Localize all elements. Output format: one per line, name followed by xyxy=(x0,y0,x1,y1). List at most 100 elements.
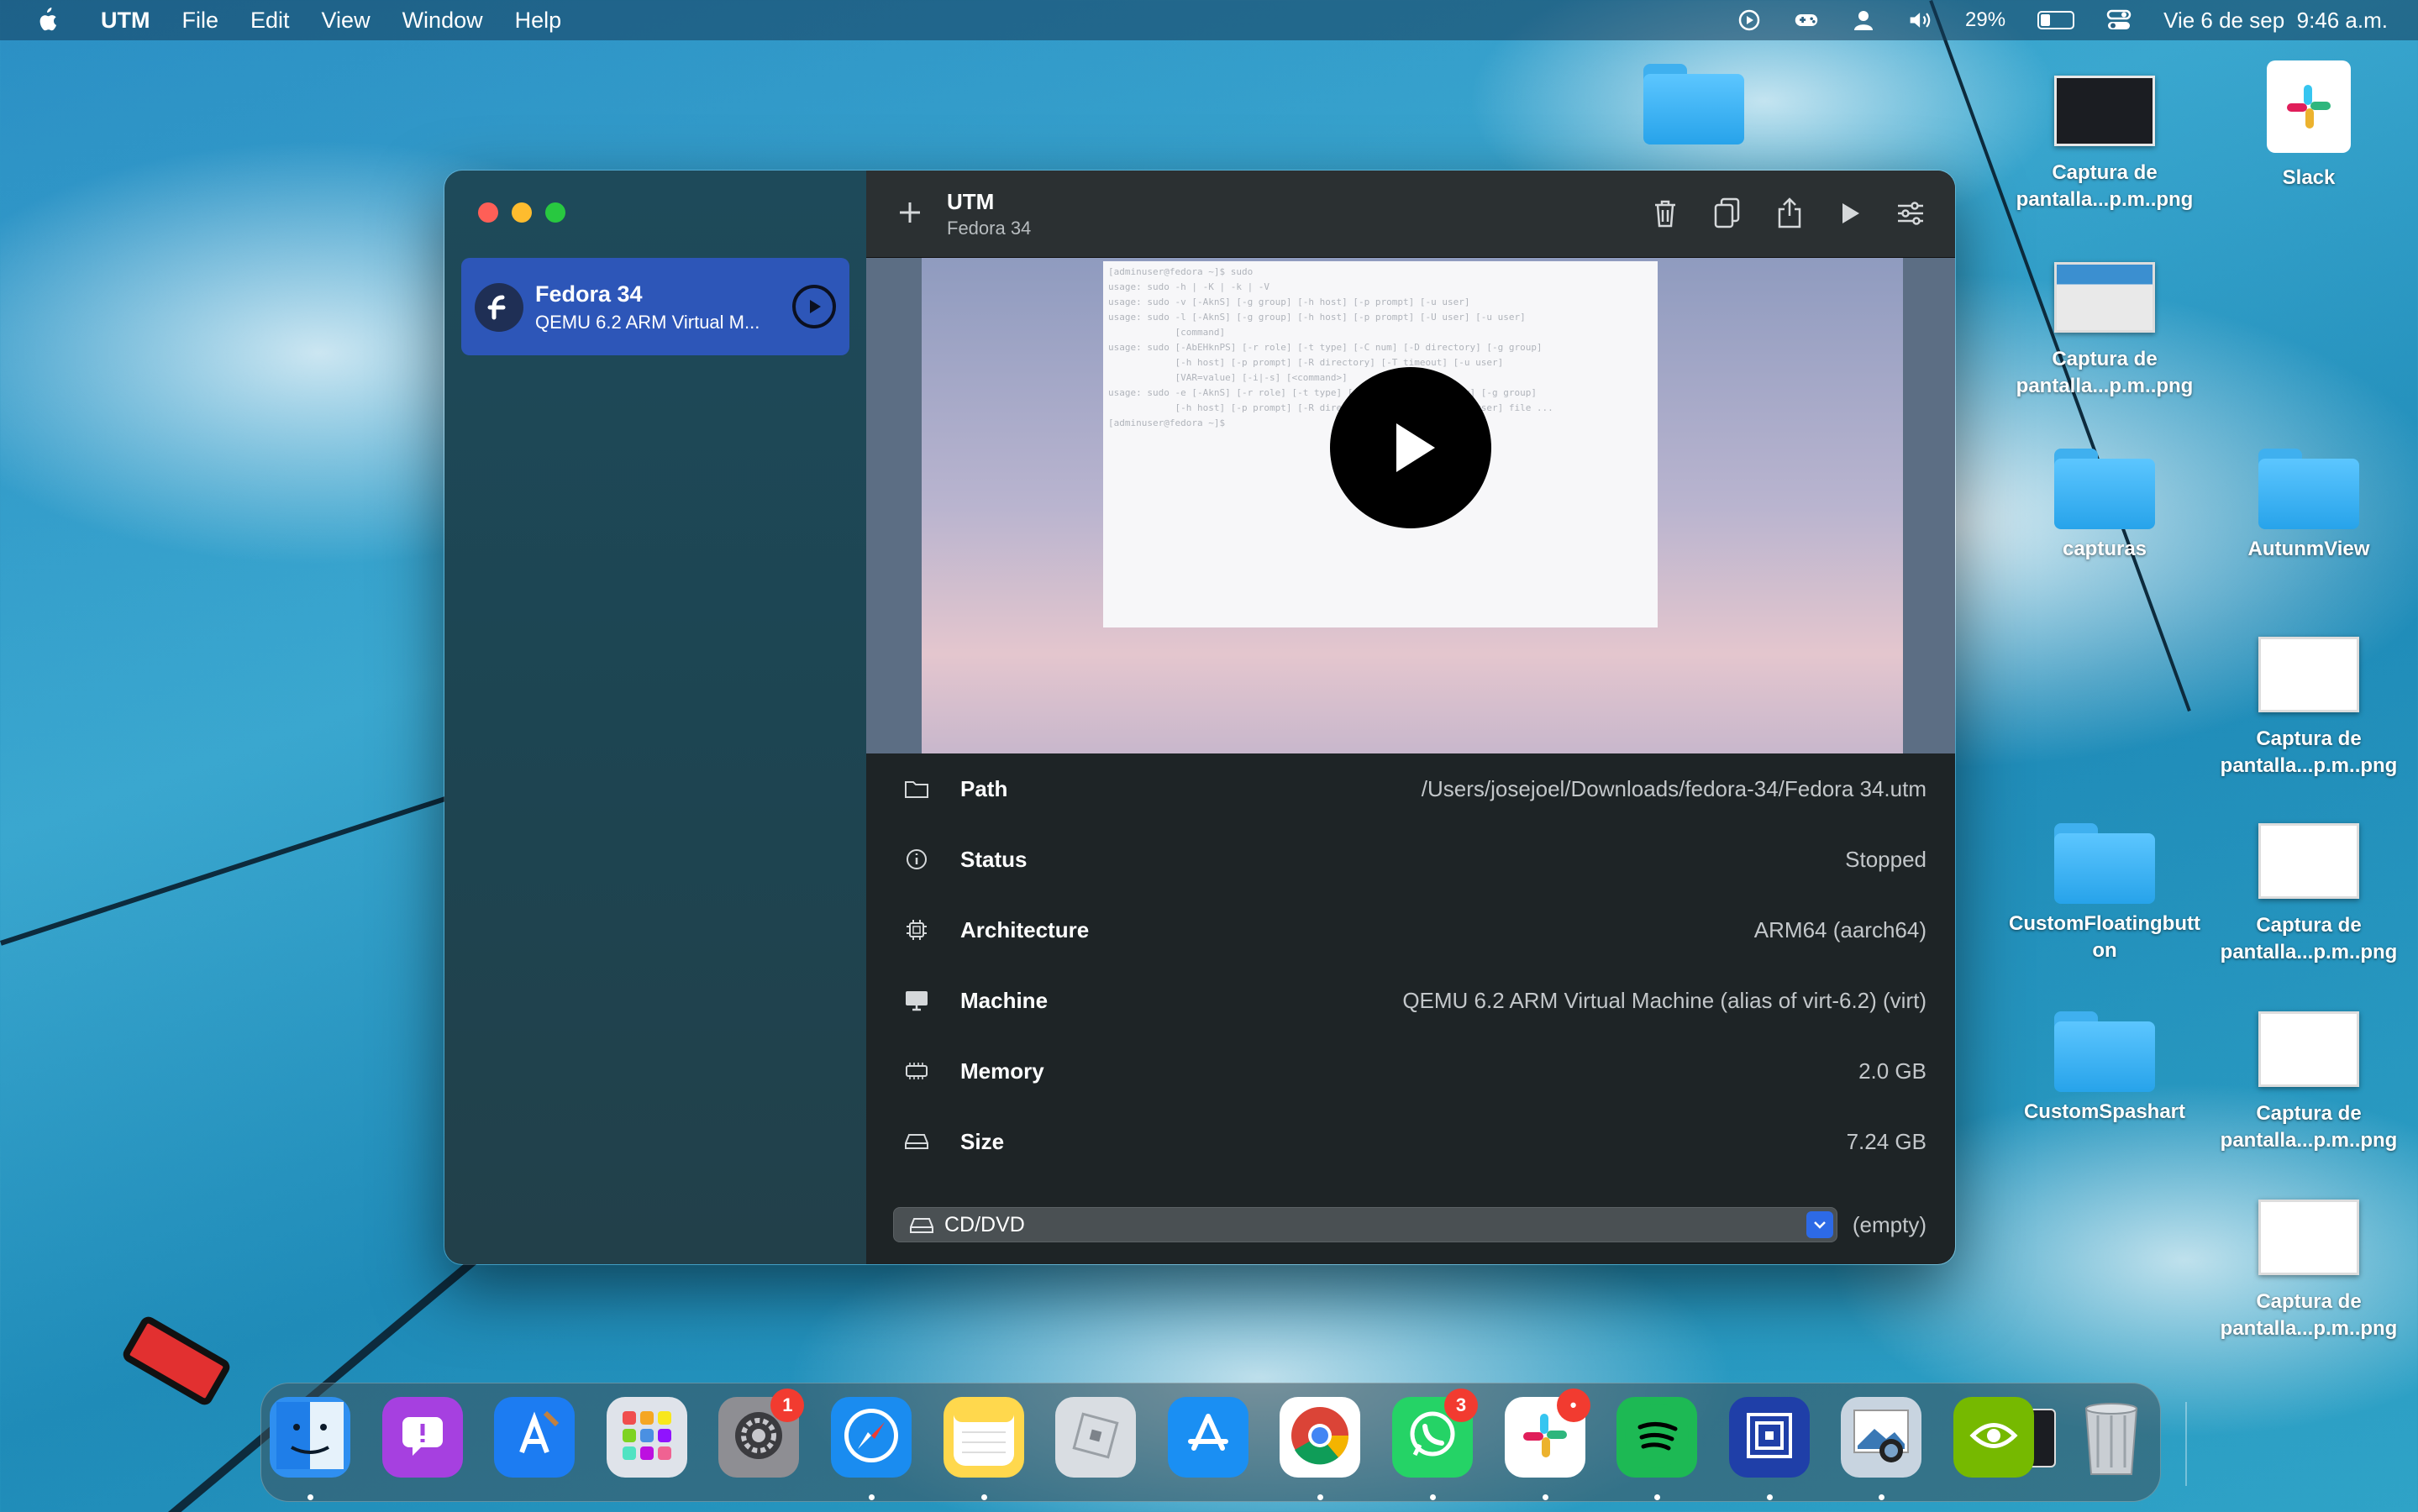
dock-app-feedback[interactable] xyxy=(381,1397,463,1478)
desktop-file[interactable]: Captura de pantalla...p.m..png xyxy=(2208,823,2410,966)
toolbar: UTM Fedora 34 xyxy=(866,171,1955,258)
wallpaper-lamp xyxy=(120,1314,233,1408)
minimize-window-button[interactable] xyxy=(512,202,532,223)
dock-app-nvidia[interactable] xyxy=(1953,1397,2034,1478)
clock[interactable]: Vie 6 de sep 9:46 a.m. xyxy=(2163,8,2388,34)
cpu-icon xyxy=(903,916,930,943)
dock-app-finder[interactable] xyxy=(270,1397,350,1478)
running-indicator xyxy=(1317,1494,1324,1500)
chevron-down-icon[interactable] xyxy=(1806,1211,1833,1238)
vm-list-item-fedora[interactable]: Fedora 34 QEMU 6.2 ARM Virtual M... xyxy=(461,258,849,355)
folder-icon xyxy=(2258,449,2359,529)
cd-dvd-select[interactable]: CD/DVD xyxy=(893,1207,1837,1242)
desktop-folder[interactable]: AutunmView xyxy=(2208,449,2410,563)
battery-icon[interactable] xyxy=(2037,11,2075,29)
fedora-logo-icon xyxy=(475,283,523,332)
window-title: UTM xyxy=(947,189,995,214)
desktop-folder[interactable] xyxy=(1593,64,1795,151)
desktop-file[interactable]: Captura de pantalla...p.m..png xyxy=(2208,637,2410,780)
menu-app-name[interactable]: UTM xyxy=(101,8,150,34)
menu-view[interactable]: View xyxy=(322,8,371,34)
dock-app-focus[interactable] xyxy=(1728,1397,1810,1478)
dock-app-launchpad[interactable] xyxy=(606,1397,687,1478)
run-vm-button[interactable] xyxy=(1831,194,1869,233)
detail-value: 2.0 GB xyxy=(1858,1058,1927,1084)
launchpad-icon xyxy=(619,1408,675,1467)
dock-app-chrome[interactable] xyxy=(1280,1397,1361,1478)
menu-file[interactable]: File xyxy=(181,8,218,34)
menu-help[interactable]: Help xyxy=(515,8,562,34)
desktop-item-label: Captura de pantalla...p.m..png xyxy=(2220,1102,2398,1152)
dock-app-spotify[interactable] xyxy=(1616,1397,1698,1478)
dock-app-roblox[interactable] xyxy=(1055,1397,1137,1478)
desktop-folder[interactable]: capturas xyxy=(2004,449,2205,563)
dock-app-safari[interactable] xyxy=(831,1397,912,1478)
cd-dvd-value: (empty) xyxy=(1852,1212,1927,1237)
now-playing-icon[interactable] xyxy=(1737,8,1762,33)
dock-app-slack[interactable]: • xyxy=(1504,1389,1590,1478)
preview-icon xyxy=(1849,1404,1913,1472)
desktop-item-label: CustomFloatingbutton xyxy=(2009,912,2200,962)
desktop-item-label: Captura de pantalla...p.m..png xyxy=(2016,348,2194,397)
dock-app-whatsapp[interactable]: 3 xyxy=(1392,1389,1478,1478)
window-subtitle: Fedora 34 xyxy=(947,218,1032,239)
add-vm-button[interactable] xyxy=(891,194,928,231)
delete-vm-button[interactable] xyxy=(1646,194,1685,233)
detail-row-architecture: Architecture ARM64 (aarch64) xyxy=(866,895,1955,965)
desktop-folder[interactable]: CustomSpashart xyxy=(2004,1011,2205,1126)
running-indicator xyxy=(1879,1494,1885,1500)
detail-row-status: Status Stopped xyxy=(866,824,1955,895)
desktop-file[interactable]: Captura de pantalla...p.m..png xyxy=(2208,1200,2410,1342)
desktop-item-label: capturas xyxy=(2062,538,2147,560)
dock-app-notes[interactable] xyxy=(943,1397,1024,1478)
desktop-file[interactable]: Captura de pantalla...p.m..png xyxy=(2004,262,2205,400)
detail-value: 7.24 GB xyxy=(1846,1128,1927,1154)
memory-icon xyxy=(903,1058,930,1084)
dock-app-xcode[interactable] xyxy=(494,1397,576,1478)
menu-window[interactable]: Window xyxy=(402,8,483,34)
volume-icon[interactable] xyxy=(1908,8,1933,33)
close-window-button[interactable] xyxy=(478,202,498,223)
sliders-icon xyxy=(1898,202,1923,225)
display-icon xyxy=(903,987,930,1014)
play-icon xyxy=(1396,423,1435,472)
desktop-item-label: Slack xyxy=(2282,166,2336,189)
folder-icon xyxy=(903,775,930,802)
edit-vm-settings-button[interactable] xyxy=(1891,194,1930,233)
detail-row-machine: Machine QEMU 6.2 ARM Virtual Machine (al… xyxy=(866,965,1955,1036)
desktop-app-slack[interactable]: Slack xyxy=(2208,60,2410,192)
vm-screenshot-preview: [adminuser@fedora ~]$ sudo usage: sudo -h… xyxy=(866,258,1955,753)
user-icon[interactable] xyxy=(1851,8,1876,33)
notification-badge: 1 xyxy=(770,1389,805,1422)
control-center-icon[interactable] xyxy=(2106,8,2132,33)
share-vm-button[interactable] xyxy=(1770,194,1809,233)
utm-window: Fedora 34 QEMU 6.2 ARM Virtual M... UTM … xyxy=(444,170,1956,1265)
dock-app-appstore[interactable] xyxy=(1167,1397,1248,1478)
detail-label: Status xyxy=(960,846,1028,872)
dock-app-settings[interactable]: 1 xyxy=(718,1389,805,1478)
desktop-folder[interactable]: CustomFloatingbutton xyxy=(2004,823,2205,964)
dock-app-preview[interactable] xyxy=(1841,1397,1922,1478)
folder-icon xyxy=(2054,449,2155,529)
detail-value: /Users/josejoel/Downloads/fedora-34/Fedo… xyxy=(1421,775,1927,801)
finder-icon xyxy=(276,1401,344,1473)
gamepad-icon[interactable] xyxy=(1794,8,1819,33)
detail-value: ARM64 (aarch64) xyxy=(1753,916,1927,942)
vm-name: Fedora 34 xyxy=(535,281,643,307)
clone-vm-button[interactable] xyxy=(1708,194,1747,233)
apple-menu-icon[interactable] xyxy=(34,6,59,34)
plus-icon xyxy=(900,202,920,223)
menu-edit[interactable]: Edit xyxy=(250,8,290,34)
vm-run-button[interactable] xyxy=(792,285,836,328)
zoom-window-button[interactable] xyxy=(545,202,565,223)
share-icon xyxy=(1778,197,1801,228)
desktop-file[interactable]: Captura de pantalla...p.m..png xyxy=(2208,1011,2410,1154)
trash-icon[interactable] xyxy=(2071,1397,2152,1478)
start-vm-big-button[interactable] xyxy=(1330,367,1491,528)
desktop-item-label: Captura de pantalla...p.m..png xyxy=(2016,161,2194,211)
folder-icon xyxy=(2054,1011,2155,1092)
feedback-icon xyxy=(397,1410,448,1465)
desktop-item-label: CustomSpashart xyxy=(2023,1100,2186,1123)
terminal-line: usage: sudo -v [-AknS] [-g group] [-h ho… xyxy=(1108,297,1470,307)
desktop-file[interactable]: Captura de pantalla...p.m..png xyxy=(2004,76,2205,213)
